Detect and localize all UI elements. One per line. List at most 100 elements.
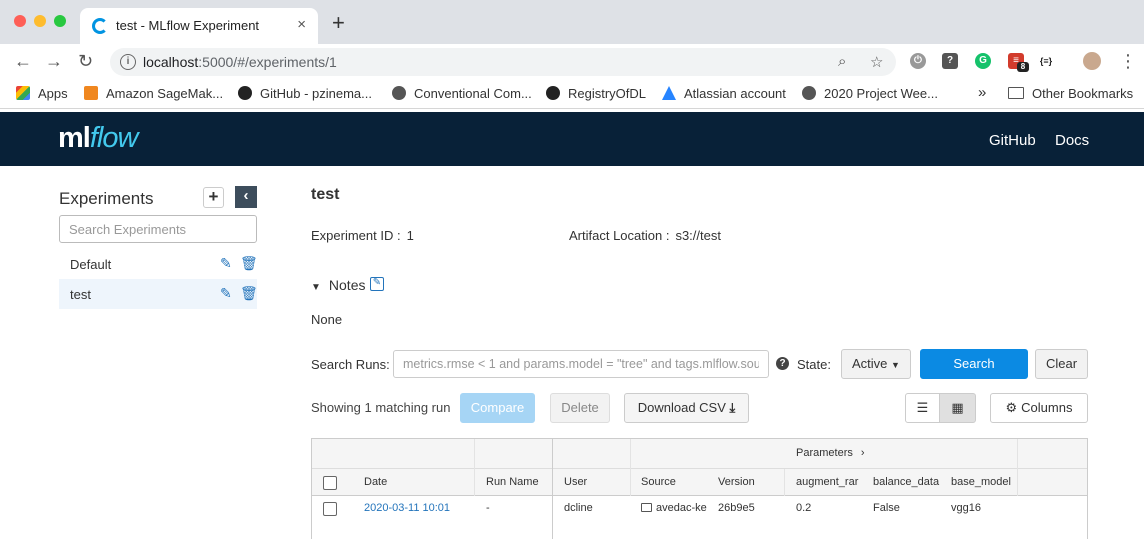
sidebar-item-default[interactable]: Default ✎ 🗑 [59,249,258,279]
edit-icon[interactable]: ✎ [220,255,232,272]
maximize-window-button[interactable] [54,15,66,27]
add-experiment-button[interactable]: + [203,187,224,208]
column-header-balance-data[interactable]: balance_data [873,476,940,488]
table-group-header: Parameters › [312,439,1087,469]
column-header-date[interactable]: Date [364,476,387,488]
balance-data-cell: False [873,502,900,514]
sidebar-item-test[interactable]: test ✎ 🗑 [59,279,258,309]
help-extension-icon[interactable]: ? [942,53,958,69]
caret-down-icon: ▼ [311,282,321,293]
search-help-icon[interactable]: ? [776,357,789,370]
grid-view-button[interactable]: ▦ [939,393,976,423]
browser-tabstrip: test - MLflow Experiment × + [0,0,1144,44]
column-header-augment[interactable]: augment_rar [796,476,862,488]
column-header-user[interactable]: User [564,476,587,488]
minimize-window-button[interactable] [34,15,46,27]
address-bar[interactable]: i localhost:5000/#/experiments/1 ⌕ ☆ [110,48,896,76]
column-divider [552,439,553,539]
docs-link[interactable]: Docs [1055,132,1089,149]
download-icon: ⤓ [729,400,736,415]
collapse-sidebar-button[interactable]: ‹ [235,186,257,208]
folder-icon [1008,87,1024,99]
edit-notes-icon[interactable]: ✎ [370,277,384,291]
compare-button[interactable]: Compare [460,393,535,423]
caret-down-icon: ▼ [891,360,900,370]
base-model-cell: vgg16 [951,502,981,514]
bookmark-star-icon[interactable]: ☆ [870,53,883,71]
bookmarks-overflow-button[interactable]: » [978,84,986,101]
state-label: State: [797,357,831,372]
other-bookmarks-folder[interactable]: Other Bookmarks [1008,86,1133,101]
bookmark-conventional-commits[interactable]: Conventional Com... [392,86,532,101]
column-header-base-model[interactable]: base_model [951,476,1015,488]
site-info-icon[interactable]: i [120,54,136,70]
github-link[interactable]: GitHub [989,132,1036,149]
power-extension-icon[interactable]: ⏻ [910,53,926,69]
zoom-icon[interactable]: ⌕ [838,53,846,70]
gear-icon: ⚙ [1005,400,1018,415]
globe-icon [802,86,816,100]
sidebar-item-label: Default [70,257,112,272]
bookmark-project-week[interactable]: 2020 Project Wee... [802,86,938,101]
parameters-group-header[interactable]: Parameters › [796,447,865,459]
bookmark-apps[interactable]: Apps [16,86,68,101]
bookmarks-bar: Apps Amazon SageMak... GitHub - pzinema.… [0,79,1144,109]
delete-button[interactable]: Delete [550,393,610,423]
run-name-cell: - [486,502,490,514]
experiments-title: Experiments [59,189,154,208]
trash-icon[interactable]: 🗑 [240,285,258,302]
artifact-location: Artifact Location : s3://test [569,228,721,243]
mlflow-logo[interactable]: mlflow [58,122,138,155]
bookmark-github-pzinema[interactable]: GitHub - pzinema... [238,86,372,101]
download-csv-button[interactable]: Download CSV ⤓ [624,393,749,423]
state-dropdown[interactable]: Active ▼ [841,349,911,379]
edit-icon[interactable]: ✎ [220,285,232,302]
browser-tab[interactable]: test - MLflow Experiment × [80,8,318,44]
tab-close-icon[interactable]: × [297,16,306,33]
grammarly-extension-icon[interactable]: G [975,53,991,69]
matching-runs-count: Showing 1 matching run [311,400,451,415]
close-window-button[interactable] [14,15,26,27]
column-header-version[interactable]: Version [718,476,755,488]
row-checkbox[interactable] [323,502,337,516]
augment-cell: 0.2 [796,502,812,514]
list-view-button[interactable]: ☰ [905,393,940,423]
source-cell[interactable]: avedac-ke [641,502,709,514]
columns-button[interactable]: ⚙ Columns [990,393,1088,423]
column-divider [1017,439,1018,496]
new-tab-button[interactable]: + [332,12,345,34]
column-header-source[interactable]: Source [641,476,676,488]
search-button[interactable]: Search [920,349,1028,379]
forward-arrow-icon[interactable]: → [45,52,63,70]
json-extension-icon[interactable]: {≡} [1038,53,1054,69]
browser-menu-icon[interactable]: ⋮ [1119,52,1137,70]
back-arrow-icon[interactable]: ← [14,52,32,70]
atlassian-icon [662,86,676,100]
github-icon [238,86,252,100]
bookmark-atlassian[interactable]: Atlassian account [662,86,786,101]
trash-icon[interactable]: 🗑 [240,255,258,272]
tab-title: test - MLflow Experiment [116,18,260,33]
column-divider [784,469,785,496]
aws-cube-icon [84,86,98,100]
loading-favicon-icon [92,18,108,34]
bookmark-registryofdl[interactable]: RegistryOfDL [546,86,646,101]
select-all-checkbox[interactable] [323,476,337,490]
search-experiments-input[interactable] [59,215,257,243]
clear-button[interactable]: Clear [1035,349,1088,379]
reload-icon[interactable]: ↻ [78,52,93,70]
column-header-run-name[interactable]: Run Name [486,476,539,488]
bookmark-sagemaker[interactable]: Amazon SageMak... [84,86,223,101]
sidebar-item-label: test [70,287,91,302]
column-divider [630,439,631,496]
user-cell: dcline [564,502,593,514]
url-text[interactable]: localhost:5000/#/experiments/1 [143,54,337,70]
list-icon: ☰ [916,400,929,415]
mlflow-header: mlflow GitHub Docs [0,112,1144,166]
search-runs-input[interactable] [393,350,769,378]
notes-toggle[interactable]: ▼ Notes [311,277,365,293]
run-date-link[interactable]: 2020-03-11 10:01 [364,502,450,514]
runs-table: Parameters › Date Run Name User Source Ve… [311,438,1088,539]
profile-avatar[interactable] [1083,52,1101,70]
notes-content: None [311,312,343,327]
